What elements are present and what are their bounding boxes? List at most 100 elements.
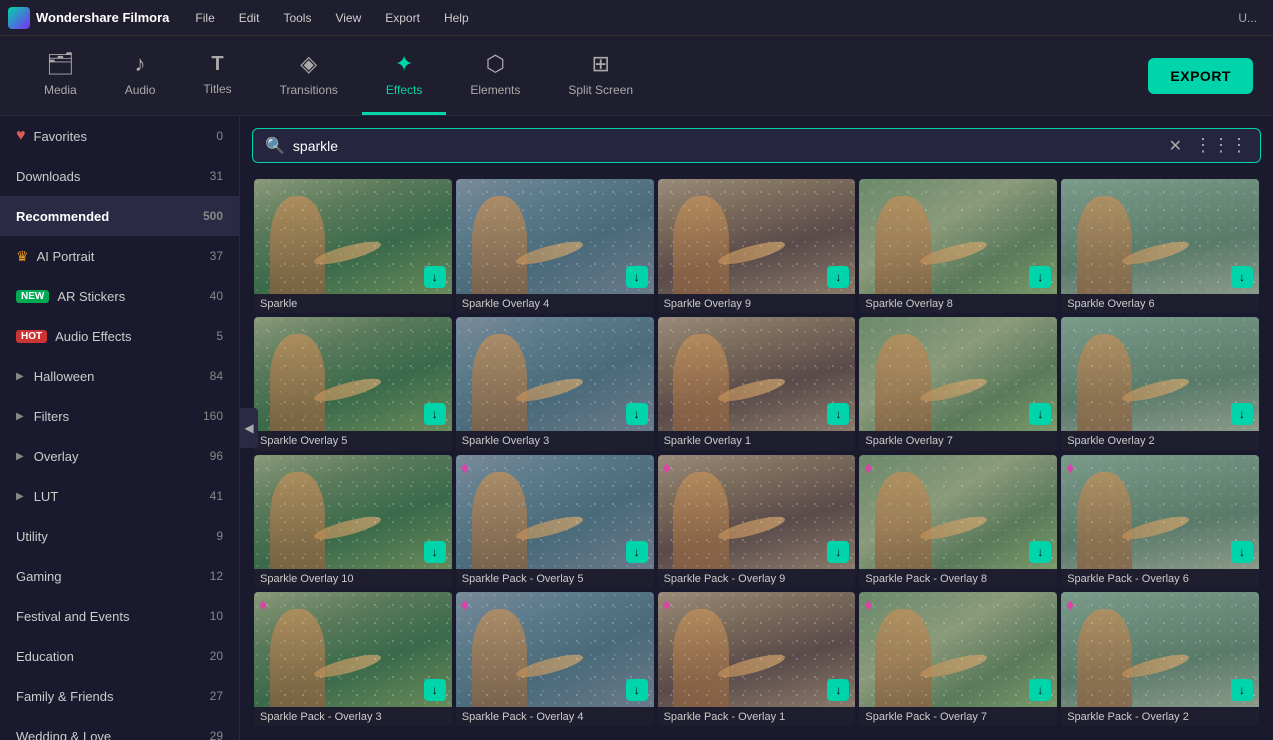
chevron-right-icon-2: ▶ — [16, 411, 24, 422]
menu-edit[interactable]: Edit — [229, 7, 270, 29]
sidebar-item-lut[interactable]: ▶ LUT 41 — [0, 476, 239, 516]
toolbar: 🗂 Media ♪ Audio T Titles ◈ Transitions ✦… — [0, 36, 1273, 116]
sidebar-item-favorites[interactable]: ♥ Favorites 0 — [0, 116, 239, 156]
sidebar-item-ai-portrait[interactable]: ♛ AI Portrait 37 — [0, 236, 239, 276]
premium-badge: ♦ — [864, 597, 872, 615]
effect-card[interactable]: ♦↓Sparkle Pack - Overlay 7 — [859, 592, 1057, 726]
sidebar-downloads-label: Downloads — [16, 169, 80, 184]
sidebar-item-recommended[interactable]: Recommended 500 — [0, 196, 239, 236]
sidebar-audio-effects-label: Audio Effects — [55, 329, 131, 344]
sidebar-family-count: 27 — [210, 689, 223, 703]
chevron-right-icon-4: ▶ — [16, 491, 24, 502]
download-button[interactable]: ↓ — [1029, 266, 1051, 288]
download-button[interactable]: ↓ — [626, 541, 648, 563]
premium-badge: ♦ — [663, 597, 671, 615]
sidebar-item-audio-effects[interactable]: HOT Audio Effects 5 — [0, 316, 239, 356]
download-button[interactable]: ↓ — [1231, 541, 1253, 563]
sidebar-item-festival[interactable]: Festival and Events 10 — [0, 596, 239, 636]
sidebar-overlay-count: 96 — [210, 449, 223, 463]
download-button[interactable]: ↓ — [626, 679, 648, 701]
sidebar-item-gaming[interactable]: Gaming 12 — [0, 556, 239, 596]
download-button[interactable]: ↓ — [1029, 403, 1051, 425]
effect-label: Sparkle — [254, 294, 452, 313]
sidebar-halloween-label: Halloween — [34, 369, 95, 384]
menu-file[interactable]: File — [185, 7, 224, 29]
sidebar-item-halloween[interactable]: ▶ Halloween 84 — [0, 356, 239, 396]
sidebar-recommended-count: 500 — [203, 209, 223, 223]
toolbar-media[interactable]: 🗂 Media — [20, 36, 101, 115]
toolbar-split-screen[interactable]: ⊞ Split Screen — [544, 36, 657, 115]
effect-card[interactable]: ♦↓Sparkle Pack - Overlay 1 — [658, 592, 856, 726]
download-button[interactable]: ↓ — [827, 541, 849, 563]
sidebar-item-education[interactable]: Education 20 — [0, 636, 239, 676]
effect-card[interactable]: ↓Sparkle Overlay 4 — [456, 179, 654, 313]
titles-icon: T — [211, 53, 223, 76]
main-content: ♥ Favorites 0 Downloads 31 Recommended 5… — [0, 116, 1273, 740]
search-input[interactable] — [293, 138, 1161, 154]
premium-badge: ♦ — [663, 460, 671, 478]
download-button[interactable]: ↓ — [424, 679, 446, 701]
download-button[interactable]: ↓ — [424, 541, 446, 563]
download-button[interactable]: ↓ — [424, 403, 446, 425]
effect-card[interactable]: ↓ Sparkle Overlay 10 — [254, 455, 452, 589]
menu-tools[interactable]: Tools — [273, 7, 321, 29]
effect-card[interactable]: ↓Sparkle Overlay 8 — [859, 179, 1057, 313]
effect-card[interactable]: ♦↓Sparkle Pack - Overlay 2 — [1061, 592, 1259, 726]
download-button[interactable]: ↓ — [1029, 541, 1051, 563]
effect-card[interactable]: ↓ Sparkle Overlay 3 — [456, 317, 654, 451]
sidebar-ai-portrait-label: AI Portrait — [37, 249, 95, 264]
effect-label: Sparkle Overlay 10 — [254, 569, 452, 588]
effect-card[interactable]: ↓ Sparkle — [254, 179, 452, 313]
menu-view[interactable]: View — [325, 7, 371, 29]
sidebar-item-ar-stickers[interactable]: NEW AR Stickers 40 — [0, 276, 239, 316]
grid-options-icon[interactable]: ⋮⋮⋮ — [1194, 135, 1248, 156]
effect-card[interactable]: ↓Sparkle Overlay 7 — [859, 317, 1057, 451]
effect-card[interactable]: ♦↓Sparkle Pack - Overlay 5 — [456, 455, 654, 589]
menu-export[interactable]: Export — [375, 7, 430, 29]
effect-label: Sparkle Overlay 1 — [658, 431, 856, 450]
toolbar-audio[interactable]: ♪ Audio — [101, 36, 180, 115]
effect-label: Sparkle Pack - Overlay 4 — [456, 707, 654, 726]
download-button[interactable]: ↓ — [827, 403, 849, 425]
toolbar-elements[interactable]: ⬡ Elements — [446, 36, 544, 115]
effect-card[interactable]: ↓Sparkle Overlay 2 — [1061, 317, 1259, 451]
download-button[interactable]: ↓ — [1231, 679, 1253, 701]
search-clear-button[interactable]: ✕ — [1169, 136, 1182, 156]
export-button[interactable]: EXPORT — [1148, 58, 1253, 94]
sidebar-collapse-toggle[interactable]: ◀ — [240, 408, 258, 448]
sidebar-festival-count: 10 — [210, 609, 223, 623]
sidebar-item-family[interactable]: Family & Friends 27 — [0, 676, 239, 716]
crown-icon: ♛ — [16, 248, 29, 265]
sidebar-item-overlay[interactable]: ▶ Overlay 96 — [0, 436, 239, 476]
sidebar-item-filters[interactable]: ▶ Filters 160 — [0, 396, 239, 436]
menu-bar: Wondershare Filmora File Edit Tools View… — [0, 0, 1273, 36]
download-button[interactable]: ↓ — [827, 266, 849, 288]
download-button[interactable]: ↓ — [1231, 266, 1253, 288]
effect-card[interactable]: ↓ Sparkle Overlay 1 — [658, 317, 856, 451]
toolbar-titles[interactable]: T Titles — [179, 36, 255, 115]
effect-card[interactable]: ♦↓Sparkle Pack - Overlay 3 — [254, 592, 452, 726]
effect-label: Sparkle Overlay 3 — [456, 431, 654, 450]
download-button[interactable]: ↓ — [626, 266, 648, 288]
toolbar-transitions[interactable]: ◈ Transitions — [256, 36, 362, 115]
download-button[interactable]: ↓ — [1029, 679, 1051, 701]
effect-card[interactable]: ♦↓Sparkle Pack - Overlay 8 — [859, 455, 1057, 589]
sidebar-item-downloads[interactable]: Downloads 31 — [0, 156, 239, 196]
download-button[interactable]: ↓ — [827, 679, 849, 701]
sidebar-filters-count: 160 — [203, 409, 223, 423]
toolbar-effects[interactable]: ✦ Effects — [362, 36, 446, 115]
sidebar: ♥ Favorites 0 Downloads 31 Recommended 5… — [0, 116, 240, 740]
effect-card[interactable]: ♦↓Sparkle Pack - Overlay 6 — [1061, 455, 1259, 589]
effect-card[interactable]: ↓Sparkle Overlay 5 — [254, 317, 452, 451]
effect-card[interactable]: ♦↓Sparkle Pack - Overlay 9 — [658, 455, 856, 589]
effect-card[interactable]: ↓Sparkle Overlay 9 — [658, 179, 856, 313]
menu-help[interactable]: Help — [434, 7, 479, 29]
sidebar-favorites-count: 0 — [216, 129, 223, 143]
effect-card[interactable]: ♦↓Sparkle Pack - Overlay 4 — [456, 592, 654, 726]
sidebar-item-wedding[interactable]: Wedding & Love 29 — [0, 716, 239, 740]
effect-card[interactable]: ↓Sparkle Overlay 6 — [1061, 179, 1259, 313]
sidebar-item-utility[interactable]: Utility 9 — [0, 516, 239, 556]
download-button[interactable]: ↓ — [1231, 403, 1253, 425]
download-button[interactable]: ↓ — [424, 266, 446, 288]
download-button[interactable]: ↓ — [626, 403, 648, 425]
